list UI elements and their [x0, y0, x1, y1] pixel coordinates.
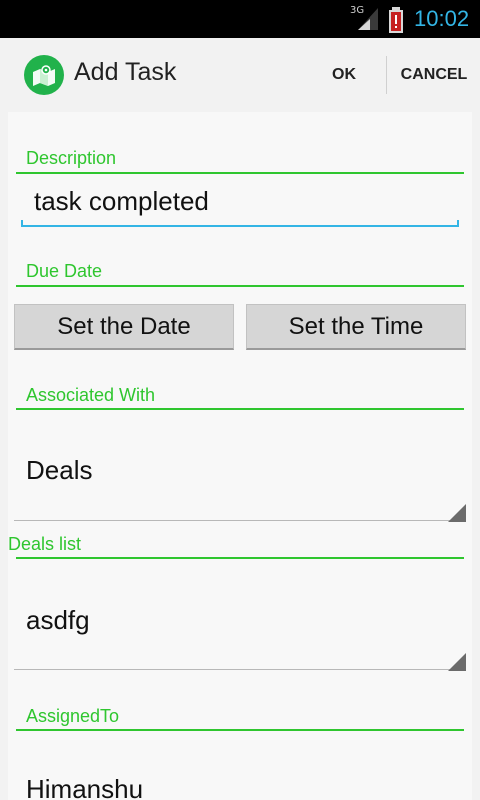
map-pin-icon: [33, 65, 55, 86]
description-divider: [16, 172, 464, 174]
assigned-to-value[interactable]: Himanshu: [26, 774, 143, 800]
clock: 10:02: [414, 6, 470, 31]
description-label: Description: [26, 148, 117, 168]
due-date-label: Due Date: [26, 261, 103, 281]
ok-button[interactable]: OK: [318, 60, 370, 90]
page-title: Add Task: [74, 58, 177, 86]
signal-icon: [358, 8, 378, 30]
associated-with-underline: [14, 520, 466, 521]
action-divider: [386, 56, 387, 94]
dropdown-arrow-icon: [448, 504, 466, 522]
battery-alert-icon: [389, 7, 403, 33]
assigned-to-divider: [16, 729, 464, 731]
status-bar: 3G 10:02: [0, 0, 480, 38]
associated-with-label: Associated With: [26, 385, 156, 405]
deals-list-label: Deals list: [8, 534, 82, 554]
set-time-button[interactable]: Set the Time: [246, 304, 466, 350]
description-underline-tick-right: [457, 220, 459, 227]
assigned-to-label: AssignedTo: [26, 706, 120, 726]
due-date-divider: [16, 285, 464, 287]
description-underline: [21, 225, 459, 227]
cancel-button[interactable]: CANCEL: [392, 60, 476, 90]
dropdown-arrow-icon: [448, 653, 466, 671]
deals-list-divider: [16, 557, 464, 559]
deals-list-underline: [14, 669, 466, 670]
associated-with-value[interactable]: Deals: [26, 455, 92, 486]
set-date-button[interactable]: Set the Date: [14, 304, 234, 350]
deals-list-value[interactable]: asdfg: [26, 605, 90, 636]
description-underline-tick-left: [21, 220, 23, 227]
app-icon[interactable]: [24, 55, 64, 95]
description-value[interactable]: task completed: [34, 186, 209, 217]
associated-with-divider: [16, 408, 464, 410]
action-bar: Add Task OK CANCEL: [0, 38, 480, 112]
